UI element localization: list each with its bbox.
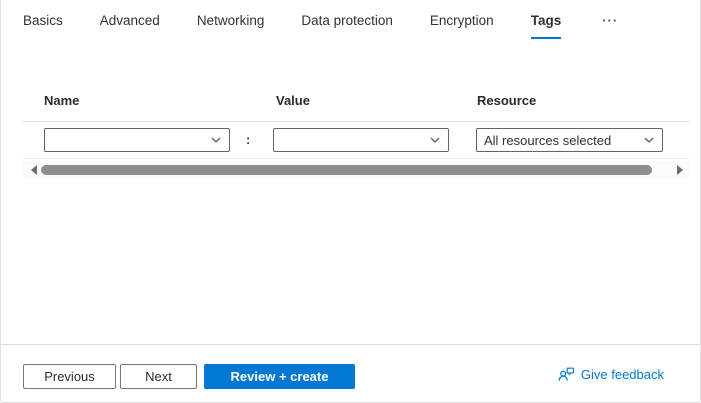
tab-basics[interactable]: Basics <box>23 13 63 39</box>
feedback-icon <box>558 366 575 383</box>
footer-divider <box>1 344 701 345</box>
next-button[interactable]: Next <box>120 364 197 389</box>
give-feedback-label: Give feedback <box>581 367 664 382</box>
scroll-right-arrow-icon[interactable] <box>677 165 683 175</box>
tabs-overflow-ellipsis-icon[interactable]: ··· <box>598 13 622 29</box>
column-header-resource: Resource <box>477 93 536 108</box>
chevron-down-icon <box>643 134 655 146</box>
column-header-name: Name <box>44 93 79 108</box>
tag-resource-value: All resources selected <box>484 133 611 148</box>
chevron-down-icon <box>429 134 441 146</box>
tab-advanced[interactable]: Advanced <box>100 13 160 39</box>
tab-tags[interactable]: Tags <box>531 13 562 39</box>
scrollbar-thumb[interactable] <box>41 165 652 175</box>
row-divider <box>23 158 689 159</box>
tag-value-combobox[interactable] <box>273 128 449 152</box>
tab-data-protection[interactable]: Data protection <box>301 13 393 39</box>
chevron-down-icon <box>210 134 222 146</box>
tag-name-combobox[interactable] <box>44 128 230 152</box>
tags-tab-panel: Basics Advanced Networking Data protecti… <box>0 0 701 403</box>
tab-encryption[interactable]: Encryption <box>430 13 494 39</box>
wizard-tab-strip: Basics Advanced Networking Data protecti… <box>23 13 622 39</box>
name-value-separator: : <box>246 132 250 147</box>
horizontal-scrollbar[interactable] <box>23 161 689 179</box>
scroll-left-arrow-icon[interactable] <box>31 165 37 175</box>
header-divider <box>23 121 689 122</box>
tag-resource-combobox[interactable]: All resources selected <box>476 128 663 152</box>
previous-button[interactable]: Previous <box>23 364 116 389</box>
review-create-button[interactable]: Review + create <box>204 364 355 389</box>
column-header-value: Value <box>276 93 310 108</box>
tab-networking[interactable]: Networking <box>197 13 265 39</box>
give-feedback-link[interactable]: Give feedback <box>558 366 664 383</box>
